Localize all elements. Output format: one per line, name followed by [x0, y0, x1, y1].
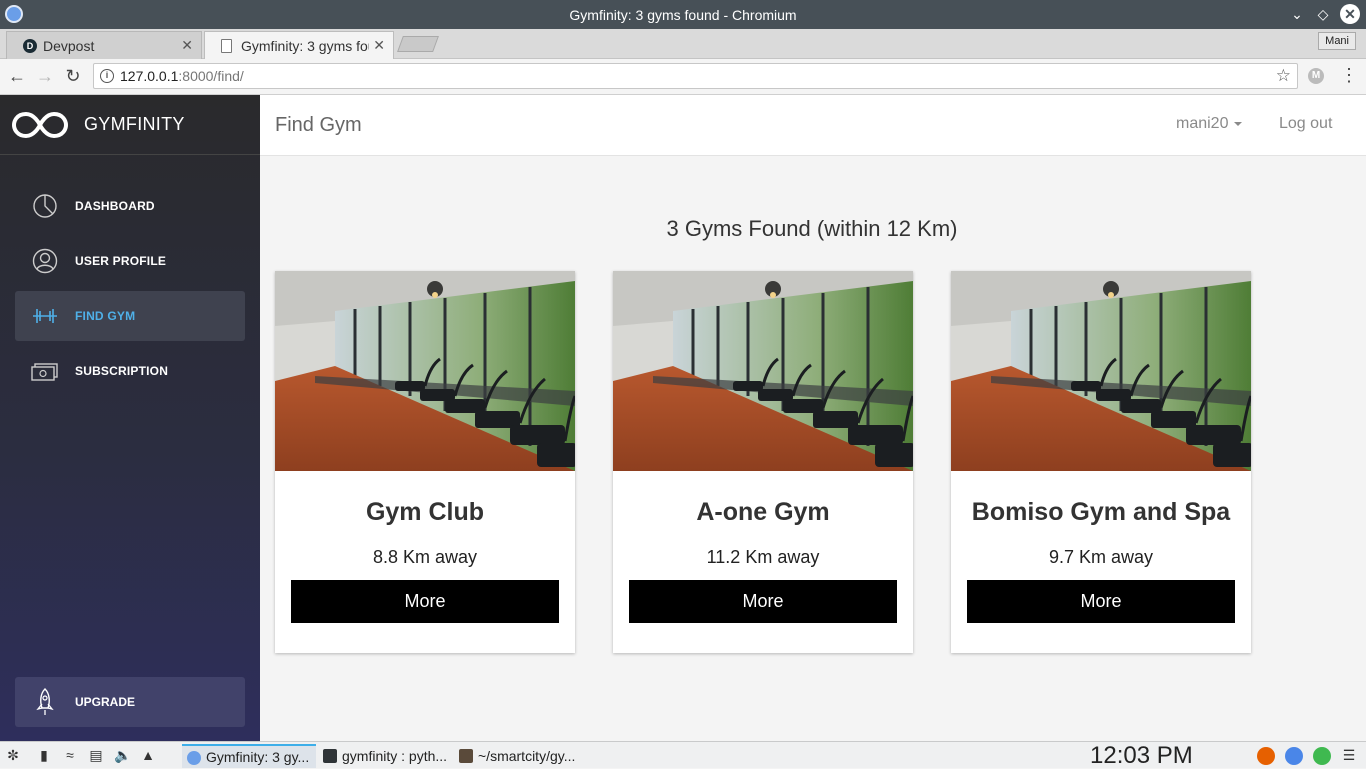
more-button[interactable]: More	[291, 580, 559, 623]
logout-link[interactable]: Log out	[1279, 115, 1332, 133]
gym-distance: 11.2 Km away	[706, 547, 820, 567]
chromium-task-icon	[187, 751, 201, 765]
sidebar-item-label: SUBSCRIPTION	[75, 364, 169, 378]
site-info-icon[interactable]: i	[100, 69, 114, 83]
window-title: Gymfinity: 3 gyms found - Chromium	[569, 6, 797, 23]
gym-photo	[275, 271, 575, 471]
task-label: gymfinity : pyth...	[342, 748, 448, 764]
new-tab-button[interactable]	[397, 36, 439, 52]
user-circle-icon	[32, 248, 58, 274]
terminal-task-icon	[323, 749, 337, 763]
task-terminal[interactable]: gymfinity : pyth...	[318, 744, 452, 768]
more-button[interactable]: More	[629, 580, 897, 623]
expand-tray-icon[interactable]: ▲	[140, 747, 156, 763]
money-icon	[31, 363, 58, 381]
maximize-icon[interactable]: ◇	[1314, 4, 1332, 24]
url-host: 127.0.0.1	[120, 68, 179, 84]
tab-strip: D Devpost ✕ Gymfinity: 3 gyms fou ✕	[0, 29, 1366, 59]
username: mani20	[1176, 115, 1229, 132]
dumbbell-icon	[33, 309, 57, 323]
window-titlebar: Gymfinity: 3 gyms found - Chromium ⌄ ◇ ✕	[0, 0, 1366, 29]
gym-name: Gym Club	[365, 498, 485, 526]
editor-task-icon	[459, 749, 473, 763]
chromium-launcher-icon[interactable]	[1285, 747, 1303, 765]
close-window-icon[interactable]: ✕	[1340, 4, 1360, 24]
bookmark-star-icon[interactable]: ☆	[1276, 64, 1291, 88]
tab-label: Devpost	[43, 37, 95, 54]
show-desktop-icon[interactable]: ☰	[1341, 747, 1357, 763]
taskbar: ✼ ▮ ≈ ▤ 🔈 ▲ Gymfinity: 3 gy... gymfinity…	[0, 741, 1366, 769]
sidebar-item-find-gym[interactable]: FIND GYM	[15, 291, 245, 341]
gym-distance: 9.7 Km away	[1048, 547, 1154, 567]
usb-device-icon[interactable]: ▮	[36, 747, 52, 763]
sidebar-item-label: USER PROFILE	[75, 254, 167, 268]
sidebar-item-label: FIND GYM	[75, 309, 136, 323]
sidebar-item-dashboard[interactable]: DASHBOARD	[15, 181, 245, 231]
tab-devpost[interactable]: D Devpost ✕	[6, 31, 202, 59]
network-app-icon[interactable]	[1313, 747, 1331, 765]
sidebar-item-subscription[interactable]: SUBSCRIPTION	[15, 346, 245, 396]
upgrade-label: UPGRADE	[75, 695, 136, 709]
minimize-icon[interactable]: ⌄	[1288, 4, 1306, 24]
reload-icon[interactable]: ↻	[62, 65, 84, 87]
main-header: Find Gym mani20 Log out	[260, 95, 1366, 156]
clock[interactable]: 12:03 PM	[1090, 742, 1193, 769]
tab-label: Gymfinity: 3 gyms fou	[241, 37, 369, 54]
gym-card: A-one Gym 11.2 Km away More	[613, 271, 913, 653]
infinity-logo-icon	[12, 111, 68, 138]
results-title: 3 Gyms Found (within 12 Km)	[666, 216, 958, 241]
gym-name: Bomiso Gym and Spa	[971, 498, 1231, 526]
rocket-icon	[36, 688, 54, 715]
gym-card: Gym Club 8.8 Km away More	[275, 271, 575, 653]
task-editor[interactable]: ~/smartcity/gy...	[454, 744, 588, 768]
user-menu-dropdown[interactable]: mani20	[1176, 115, 1243, 133]
tab-gymfinity[interactable]: Gymfinity: 3 gyms fou ✕	[204, 31, 394, 59]
back-arrow-icon[interactable]: ←	[6, 65, 28, 87]
clipboard-icon[interactable]: ▤	[88, 747, 104, 763]
page-title: Find Gym	[275, 114, 362, 136]
gym-card: Bomiso Gym and Spa 9.7 Km away More	[951, 271, 1251, 653]
volume-muted-icon[interactable]: 🔈	[114, 747, 131, 763]
tab-close-icon[interactable]: ✕	[373, 37, 385, 54]
page-favicon-icon	[221, 39, 232, 53]
tab-close-icon[interactable]: ✕	[181, 37, 193, 54]
gym-photo	[613, 271, 913, 471]
firefox-icon[interactable]	[1257, 747, 1275, 765]
address-bar[interactable]: i 127.0.0.1:8000/find/ ☆	[93, 63, 1298, 89]
task-label: Gymfinity: 3 gy...	[206, 749, 310, 765]
brand-name: GYMFINITY	[84, 114, 185, 134]
browser-menu-icon[interactable]: ⋮	[1340, 65, 1358, 86]
gym-photo	[951, 271, 1251, 471]
upgrade-button[interactable]: UPGRADE	[15, 677, 245, 727]
pie-chart-icon	[33, 194, 57, 218]
brand[interactable]: GYMFINITY	[0, 95, 260, 155]
sidebar-item-user-profile[interactable]: USER PROFILE	[15, 236, 245, 286]
wifi-icon[interactable]: ≈	[62, 747, 78, 763]
forward-arrow-icon[interactable]: →	[34, 65, 56, 87]
task-label: ~/smartcity/gy...	[478, 748, 576, 764]
url-path: :8000/find/	[178, 68, 244, 84]
browser-toolbar: ← → ↻ i 127.0.0.1:8000/find/ ☆	[0, 59, 1366, 95]
task-gymfinity[interactable]: Gymfinity: 3 gy...	[182, 744, 316, 768]
chromium-icon	[5, 5, 23, 23]
extension-icon[interactable]: M	[1308, 68, 1324, 84]
more-button[interactable]: More	[967, 580, 1235, 623]
profile-button[interactable]: Mani	[1318, 32, 1356, 50]
gym-name: A-one Gym	[696, 498, 830, 526]
app-launcher-icon[interactable]: ✼	[5, 747, 21, 763]
devpost-favicon-icon: D	[23, 39, 37, 53]
gym-distance: 8.8 Km away	[372, 547, 478, 567]
sidebar: GYMFINITY DASHBOARD USER PROFILE FIND GY…	[0, 95, 260, 741]
caret-down-icon	[1234, 121, 1243, 126]
sidebar-item-label: DASHBOARD	[75, 199, 155, 213]
